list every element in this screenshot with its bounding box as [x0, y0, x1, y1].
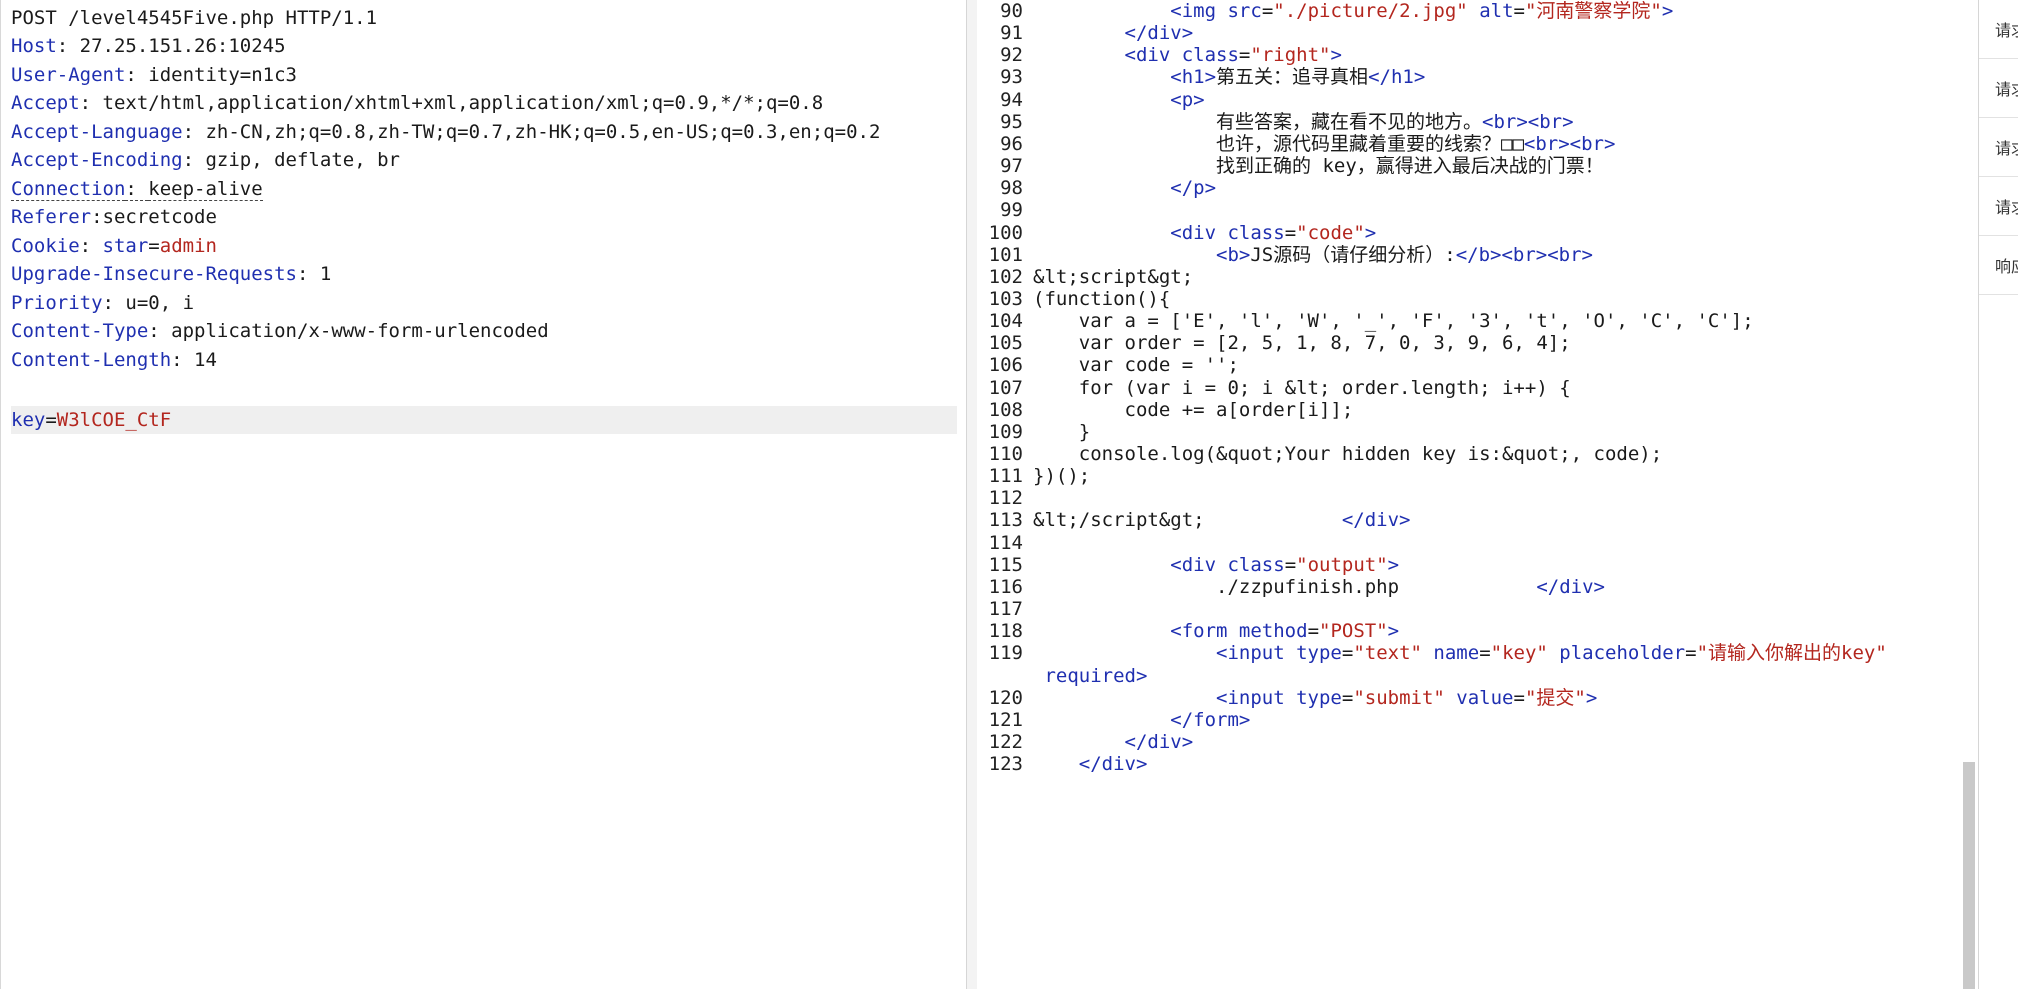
code-line: 123 </div>: [977, 750, 1967, 779]
header-value: identity=n1c3: [148, 63, 297, 86]
request-header-row[interactable]: Priority: u=0, i: [11, 289, 194, 317]
cookie-value: admin: [159, 234, 217, 257]
code-text: </div>: [1033, 750, 1148, 779]
header-separator: :: [79, 234, 103, 257]
side-tab[interactable]: 请求: [1979, 0, 2018, 59]
request-header-row[interactable]: User-Agent: identity=n1c3: [11, 61, 297, 89]
header-separator: :: [171, 348, 195, 371]
request-header-row[interactable]: Accept-Encoding: gzip, deflate, br: [11, 146, 400, 174]
request-header-row[interactable]: Connection: keep-alive: [11, 175, 263, 203]
body-param-key: key: [11, 409, 46, 431]
header-name: Accept-Encoding: [11, 149, 183, 171]
header-separator: :: [125, 177, 149, 201]
header-value: secretcode: [102, 206, 217, 228]
header-name: Accept-Language: [11, 120, 183, 143]
header-separator: :: [91, 206, 103, 228]
inspector-side-panel: 请求请求请求请求响应: [1978, 0, 2018, 989]
side-tab[interactable]: 请求: [1979, 177, 2018, 236]
header-name: User-Agent: [11, 63, 126, 86]
header-name: Host: [11, 35, 57, 57]
header-value: application/x-www-form-urlencoded: [171, 320, 549, 342]
header-name: Content-Length: [11, 348, 172, 371]
header-name: Content-Type: [11, 320, 149, 342]
header-separator: :: [56, 35, 80, 57]
body-param-separator: =: [45, 409, 57, 431]
header-value: star=admin: [103, 235, 217, 257]
body-param-value: W3lCOE_CtF: [56, 409, 172, 431]
header-value: 14: [194, 348, 217, 371]
header-name: Upgrade-Insecure-Requests: [11, 263, 297, 285]
response-viewer[interactable]: 90 <img src="./picture/2.jpg" alt="河南警察学…: [977, 0, 1977, 989]
request-header-row[interactable]: Content-Length: 14: [11, 346, 217, 374]
header-name: Connection: [11, 177, 126, 201]
header-name: Priority: [11, 291, 103, 314]
header-name: Cookie: [11, 234, 80, 257]
cookie-separator: =: [148, 234, 160, 257]
header-separator: :: [148, 320, 172, 342]
header-separator: :: [182, 120, 206, 143]
cookie-name: star: [102, 234, 149, 257]
request-header-row[interactable]: Upgrade-Insecure-Requests: 1: [11, 260, 331, 288]
request-editor[interactable]: POST /level4545Five.php HTTP/1.1 Host: 2…: [0, 0, 967, 989]
header-value: 1: [319, 263, 332, 285]
side-tab[interactable]: 请求: [1979, 59, 2018, 118]
request-header-row[interactable]: Cookie: star=admin: [11, 232, 217, 260]
header-name: Accept: [11, 92, 80, 114]
header-value: u=0, i: [125, 291, 195, 314]
header-separator: :: [79, 92, 103, 114]
header-separator: :: [102, 291, 126, 314]
request-header-row[interactable]: Accept: text/html,application/xhtml+xml,…: [11, 89, 823, 117]
header-value: 27.25.151.26:10245: [79, 35, 286, 57]
code-token: </div>: [1078, 753, 1148, 776]
request-header-row[interactable]: Content-Type: application/x-www-form-url…: [11, 317, 549, 345]
header-separator: :: [125, 63, 149, 86]
request-line[interactable]: POST /level4545Five.php HTTP/1.1: [11, 4, 377, 32]
header-value: gzip, deflate, br: [205, 149, 400, 171]
request-header-row[interactable]: Host: 27.25.151.26:10245: [11, 32, 286, 60]
header-separator: :: [182, 149, 206, 171]
request-header-row[interactable]: Referer:secretcode: [11, 203, 217, 231]
header-value: text/html,application/xhtml+xml,applicat…: [102, 92, 824, 114]
side-tab[interactable]: 响应: [1979, 236, 2018, 295]
header-separator: :: [296, 263, 320, 285]
request-body[interactable]: key=W3lCOE_CtF: [11, 406, 171, 434]
response-scrollbar-thumb[interactable]: [1963, 762, 1975, 989]
header-value: keep-alive: [148, 177, 263, 201]
side-tab[interactable]: 请求: [1979, 118, 2018, 177]
line-number: 123: [988, 753, 1023, 776]
header-value: zh-CN,zh;q=0.8,zh-TW;q=0.7,zh-HK;q=0.5,e…: [205, 120, 881, 143]
header-name: Referer: [11, 206, 92, 228]
request-header-row[interactable]: Accept-Language: zh-CN,zh;q=0.8,zh-TW;q=…: [11, 118, 880, 146]
